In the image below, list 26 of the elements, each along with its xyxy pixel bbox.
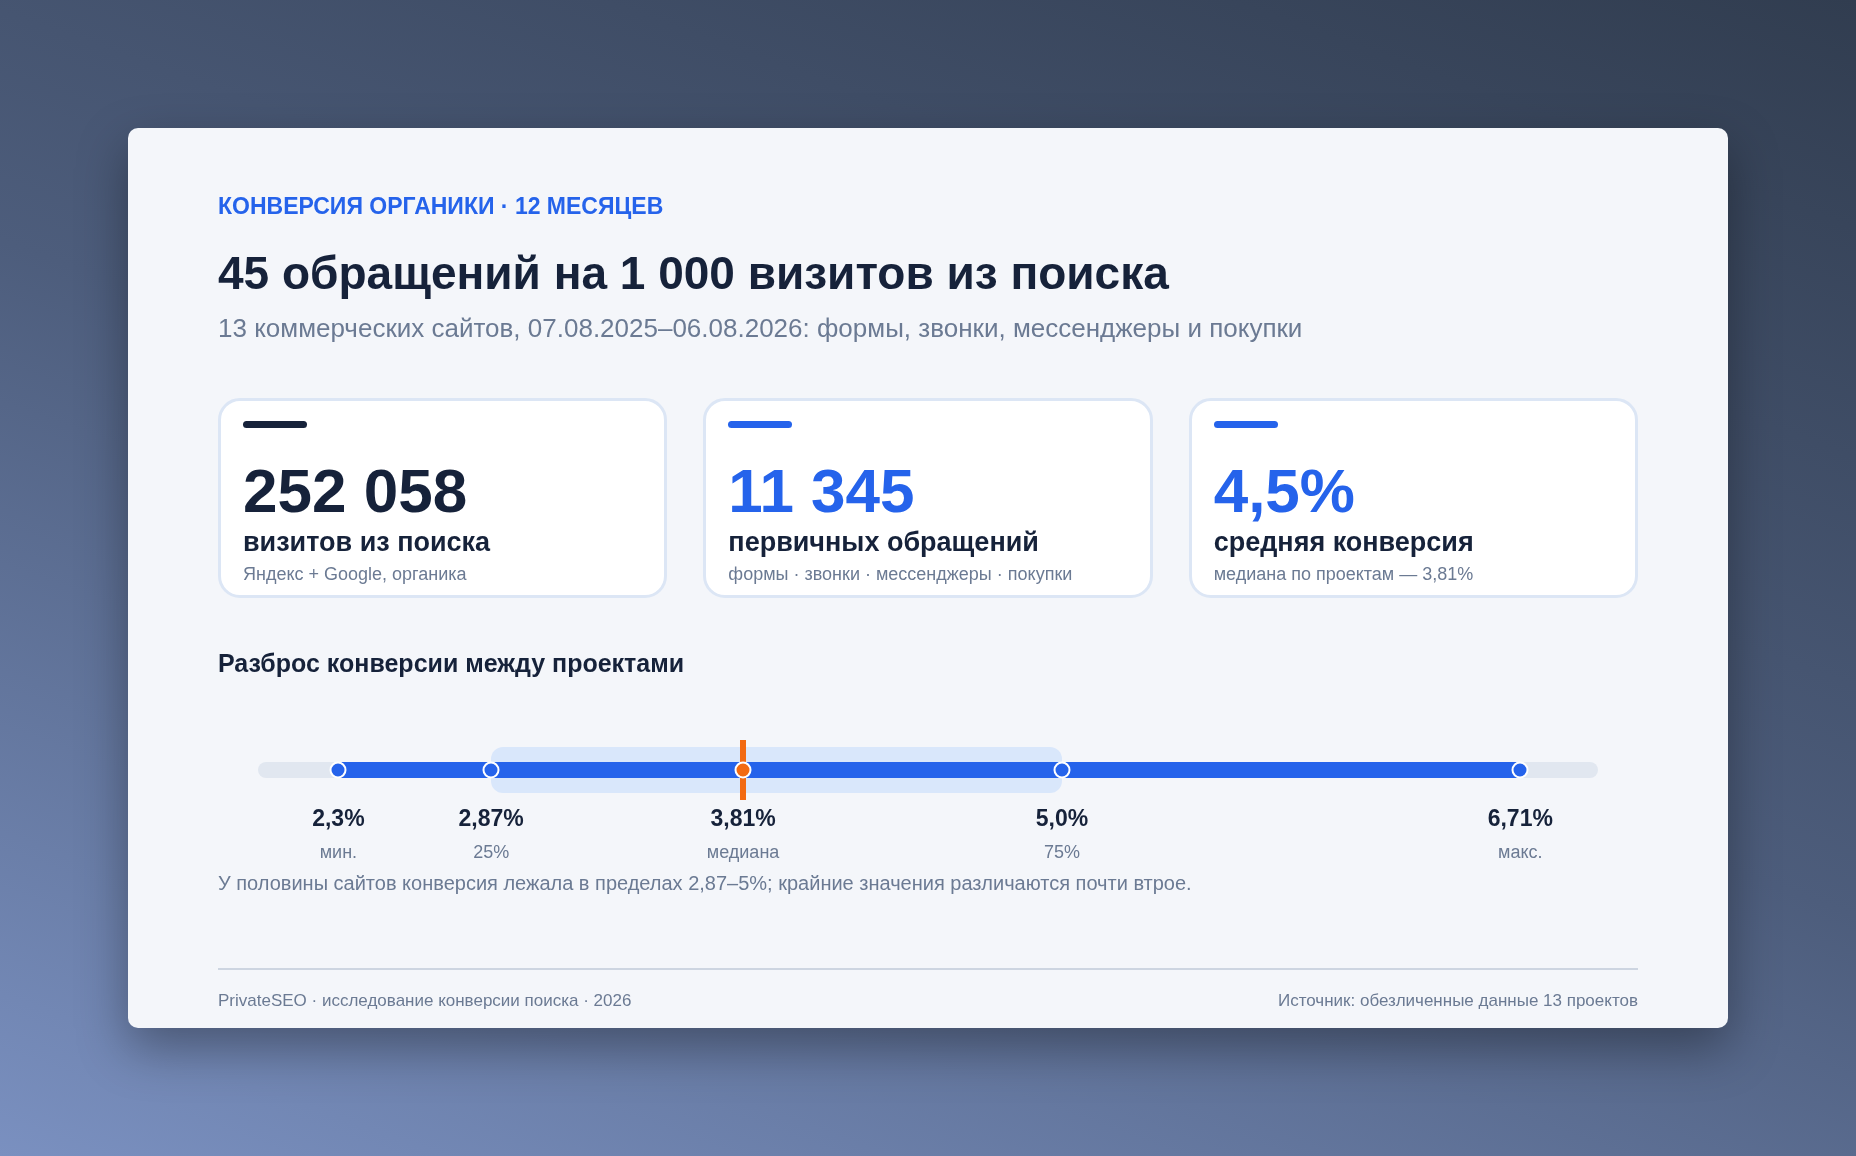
page-title: 45 обращений на 1 000 визитов из поиска (218, 246, 1170, 300)
footer-source: Источник: обезличенные данные 13 проектов (1277, 990, 1638, 1012)
stat-note: медиана по проектам — 3,81% (1213, 563, 1475, 586)
section-title: Разброс конверсии между проектами (218, 648, 686, 678)
marker-caption: 75% (1044, 841, 1080, 864)
marker-value: 6,71% (1487, 804, 1553, 832)
marker-caption: медиана (706, 841, 780, 864)
subtitle: 13 коммерческих сайтов, 07.08.2025–06.08.2026: формы, звонки, мессенджеры и покупки (218, 312, 1304, 344)
stat-note: формы · звонки · мессенджеры · покупки (728, 563, 1074, 586)
footer-credit: PrivateSEO · исследование конверсии поиска · 2026 (218, 990, 632, 1012)
stat-value: 4,5% (1213, 456, 1356, 526)
marker-caption: макс. (1498, 841, 1543, 864)
stat-value: 252 058 (243, 456, 469, 526)
stat-value: 11 345 (728, 456, 916, 526)
marker-caption: мин. (319, 841, 358, 864)
marker-value: 5,0% (1035, 804, 1089, 832)
chart-note: У половины сайтов конверсия лежала в пределах 2,87–5%; крайние значения различаются почти втрое. (218, 871, 1193, 896)
marker-value: 2,3% (312, 804, 365, 832)
stat-label: средняя конверсия (1213, 526, 1475, 558)
stat-label: визитов из поиска (243, 526, 492, 558)
stat-note: Яндекс + Google, органика (243, 563, 468, 586)
stat-label: первичных обращений (728, 526, 1040, 558)
eyebrow-label: КОНВЕРСИЯ ОРГАНИКИ · 12 МЕСЯЦЕВ (218, 192, 665, 220)
marker-caption: 25% (473, 841, 510, 864)
marker-value: 2,87% (458, 804, 524, 832)
marker-value: 3,81% (710, 804, 776, 832)
